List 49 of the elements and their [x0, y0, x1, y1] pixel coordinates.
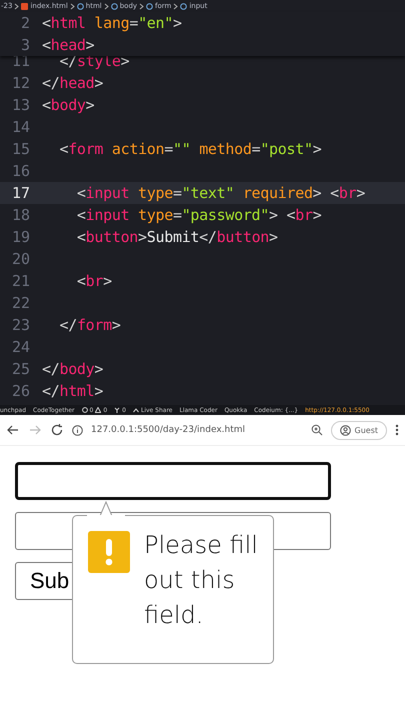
code-text: </html>	[42, 382, 104, 400]
line-number: 23	[10, 316, 30, 334]
fork-icon	[114, 407, 120, 413]
line-number: 22	[10, 294, 30, 312]
line-number: 25	[10, 360, 30, 378]
code-text: <head>	[42, 36, 94, 54]
warning-icon	[95, 407, 102, 413]
code-text: <br>	[76, 272, 112, 290]
code-text: <body>	[42, 96, 94, 114]
code-text: <button>Submit</button>	[76, 228, 278, 246]
line-number: 21	[10, 272, 30, 290]
code-text: </body>	[42, 360, 104, 378]
code-text: </form>	[58, 316, 121, 334]
line-number: 16	[10, 162, 30, 180]
chevron-icon	[70, 2, 75, 10]
line-number: 14	[10, 118, 30, 136]
error-icon	[82, 407, 88, 413]
chevron-icon	[14, 2, 20, 10]
line-number: 13	[10, 96, 30, 114]
line-number: 2	[20, 14, 30, 32]
code-text: <input type="text" required> <br>	[76, 184, 366, 202]
line-number: 26	[10, 382, 30, 400]
back-button[interactable]	[6, 423, 20, 437]
chevron-icon	[104, 2, 109, 10]
validation-message: Please fill out this field.	[144, 530, 258, 631]
warning-icon	[88, 531, 130, 573]
code-text: <form action="" method="post">	[58, 140, 322, 158]
line-number: 15	[10, 140, 30, 158]
profile-button[interactable]: Guest	[330, 420, 387, 440]
line-number: 20	[10, 250, 30, 268]
zoom-icon[interactable]	[310, 424, 322, 436]
line-number: 18	[10, 206, 30, 224]
code-text: </style>	[58, 52, 130, 70]
code-text: <html lang="en">	[42, 14, 182, 32]
info-icon[interactable]	[72, 424, 83, 436]
chevron-icon	[173, 2, 178, 10]
line-number: 24	[10, 338, 30, 356]
menu-icon[interactable]	[395, 423, 399, 437]
chevron-icon	[139, 2, 144, 10]
code-text: <input type="password"> <br>	[76, 206, 322, 224]
line-number: 17	[10, 184, 30, 202]
address-bar[interactable]: 127.0.0.1:5500/day-23/index.html	[91, 425, 246, 435]
line-number: 19	[10, 228, 30, 246]
line-number: 12	[10, 74, 30, 92]
reload-button[interactable]	[50, 423, 64, 437]
line-number: 3	[20, 36, 30, 54]
html-file-icon	[21, 2, 28, 10]
avatar-icon	[340, 424, 350, 436]
code-text: </head>	[42, 74, 104, 92]
